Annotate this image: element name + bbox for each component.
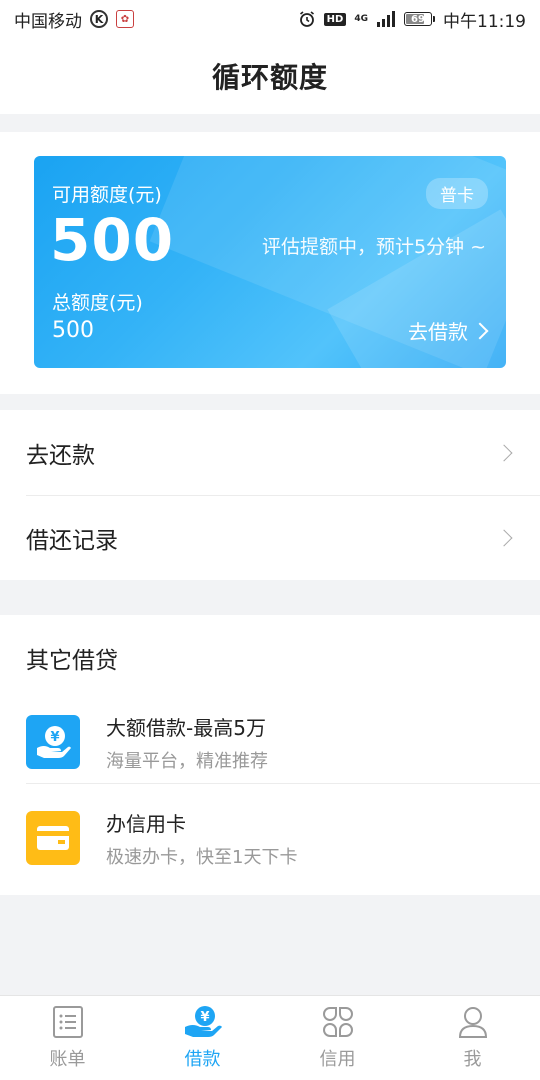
status-bar: 中国移动 K ✿ HD 4G 69 中午11:19 xyxy=(0,0,540,38)
tab-label: 信用 xyxy=(319,1049,356,1070)
limit-assessment-note: 评估提额中，预计5分钟 ~ xyxy=(261,236,486,258)
tab-label: 我 xyxy=(463,1049,482,1070)
loan-icon: ¥ xyxy=(184,1006,222,1037)
section-title: 其它借贷 xyxy=(26,648,118,674)
yuan-hand-icon: ¥ xyxy=(26,715,80,769)
battery-icon: 69 xyxy=(404,12,435,26)
k-app-icon: K xyxy=(90,10,108,28)
loan-item-credit-card[interactable]: 办信用卡 极速办卡，快至1天下卡 xyxy=(0,783,540,893)
chevron-right-icon xyxy=(471,322,489,339)
bill-icon xyxy=(52,1006,83,1038)
tab-label: 账单 xyxy=(49,1049,86,1070)
menu-item-records[interactable]: 借还记录 xyxy=(0,495,540,580)
loan-texts: 办信用卡 极速办卡，快至1天下卡 xyxy=(106,808,297,869)
tab-me[interactable]: 我 xyxy=(405,996,540,1080)
available-limit-label: 可用额度(元) xyxy=(52,184,162,206)
total-limit-label: 总额度(元) xyxy=(52,292,143,314)
svg-text:¥: ¥ xyxy=(200,1010,209,1025)
loan-subtitle: 海量平台，精准推荐 xyxy=(106,750,268,772)
credit-limit-card[interactable]: 可用额度(元) 500 普卡 评估提额中，预计5分钟 ~ 总额度(元) 500 … xyxy=(34,156,506,368)
total-limit-amount: 500 xyxy=(52,318,94,343)
yuan-hand-icon-shape: ¥ xyxy=(37,726,71,758)
card-icon xyxy=(26,811,80,865)
bottom-tab-bar: 账单 ¥ 借款 信用 我 xyxy=(0,995,540,1080)
menu-list: 去还款 借还记录 xyxy=(0,410,540,580)
menu-item-repay[interactable]: 去还款 xyxy=(0,410,540,495)
svg-text:¥: ¥ xyxy=(50,730,59,745)
loan-title: 大额借款-最高5万 xyxy=(106,715,266,740)
alarm-icon xyxy=(299,11,314,27)
hd-icon: HD xyxy=(323,12,347,26)
tab-credit[interactable]: 信用 xyxy=(270,996,405,1080)
page-title: 循环额度 xyxy=(211,61,328,94)
battery-body: 69 xyxy=(404,12,432,26)
clock: 中午11:19 xyxy=(443,11,526,32)
tab-loan[interactable]: ¥ 借款 xyxy=(135,996,270,1080)
profile-icon xyxy=(458,1007,487,1038)
card-section: 可用额度(元) 500 普卡 评估提额中，预计5分钟 ~ 总额度(元) 500 … xyxy=(0,132,540,394)
battery-tip xyxy=(433,16,435,22)
menu-item-label: 借还记录 xyxy=(26,527,118,554)
borrow-link[interactable]: 去借款 xyxy=(408,316,489,345)
loan-texts: 大额借款-最高5万 海量平台，精准推荐 xyxy=(106,712,268,773)
borrow-link-label: 去借款 xyxy=(408,320,468,344)
network-type: 4G xyxy=(354,13,368,24)
card-icon-shape xyxy=(37,826,69,850)
status-right: HD 4G 69 中午11:19 xyxy=(298,7,526,32)
other-loans-section: 其它借贷 ¥ 大额借款-最高5万 海量平台，精准推荐 办信用卡 极速办卡，快至1… xyxy=(0,615,540,895)
carrier-name: 中国移动 xyxy=(14,11,82,32)
menu-item-label: 去还款 xyxy=(26,442,95,469)
card-level-badge: 普卡 xyxy=(426,178,488,209)
loan-subtitle: 极速办卡，快至1天下卡 xyxy=(106,846,298,868)
chevron-right-icon xyxy=(495,444,513,461)
tab-bill[interactable]: 账单 xyxy=(0,996,135,1080)
loan-title: 办信用卡 xyxy=(106,811,186,836)
chevron-right-icon xyxy=(495,529,513,546)
tab-label: 借款 xyxy=(184,1049,221,1070)
available-limit-amount: 500 xyxy=(50,206,175,274)
header: 循环额度 xyxy=(0,38,540,114)
loan-item-large-loan[interactable]: ¥ 大额借款-最高5万 海量平台，精准推荐 xyxy=(0,687,540,797)
status-left: 中国移动 K ✿ xyxy=(14,7,134,32)
notification-app-icon: ✿ xyxy=(116,10,134,28)
credit-icon xyxy=(322,1007,353,1037)
battery-level: 69 xyxy=(411,13,425,25)
signal-icon xyxy=(377,11,395,27)
